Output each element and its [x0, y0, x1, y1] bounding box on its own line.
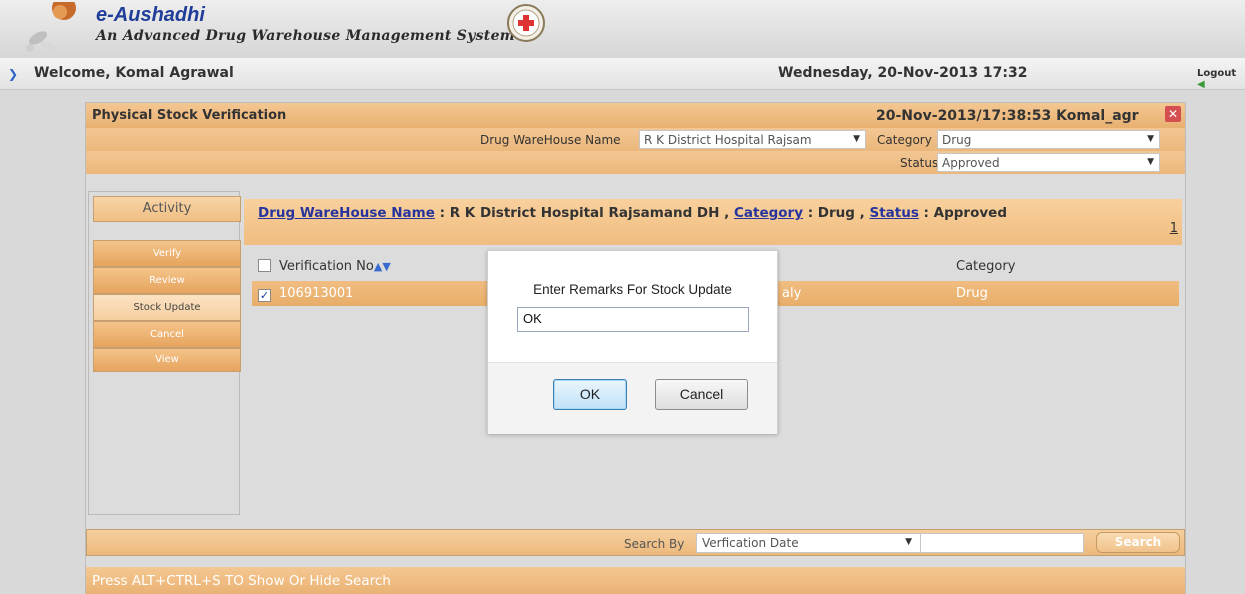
- pills-logo-icon: [26, 2, 76, 52]
- row-partial-text: aly: [782, 286, 802, 301]
- emblem-icon: [507, 4, 545, 42]
- status-select-value: Approved: [942, 156, 1000, 170]
- status-link[interactable]: Status: [869, 205, 918, 221]
- menu-review[interactable]: Review: [93, 267, 241, 294]
- content-header: Drug WareHouse Name : R K District Hospi…: [244, 199, 1182, 245]
- remarks-input[interactable]: OK: [517, 307, 749, 332]
- hint-text: Press ALT+CTRL+S TO Show Or Hide Search: [92, 573, 391, 589]
- logout-icon: ◀: [1197, 79, 1205, 90]
- sort-icon[interactable]: ▲▼: [374, 260, 391, 273]
- app-subtitle: An Advanced Drug Warehouse Management Sy…: [96, 28, 515, 44]
- hint-bar[interactable]: Press ALT+CTRL+S TO Show Or Hide Search: [86, 567, 1185, 594]
- caret-down-icon: ▼: [1147, 157, 1154, 167]
- panel-timestamp: 20-Nov-2013/17:38:53 Komal_agr: [876, 108, 1139, 124]
- logout-label: Logout: [1197, 68, 1237, 79]
- warehouse-summary-value: : R K District Hospital Rajsamand DH ,: [434, 205, 734, 221]
- category-select[interactable]: Drug ▼: [937, 130, 1160, 149]
- warehouse-label: Drug WareHouse Name: [480, 133, 621, 147]
- search-input[interactable]: [920, 533, 1084, 553]
- filter-summary: Drug WareHouse Name : R K District Hospi…: [258, 205, 1007, 221]
- app-header: e-Aushadhi An Advanced Drug Warehouse Ma…: [0, 0, 1245, 58]
- filter-row-status: Status Approved ▼: [86, 151, 1185, 174]
- dialog-message: Enter Remarks For Stock Update: [533, 282, 732, 297]
- warehouse-link[interactable]: Drug WareHouse Name: [258, 205, 435, 221]
- menu-view[interactable]: View: [93, 348, 241, 372]
- row-category: Drug: [956, 286, 988, 301]
- logout-link[interactable]: Logout ◀: [1197, 68, 1245, 90]
- status-label: Status: [900, 156, 939, 170]
- welcome-text: Welcome, Komal Agrawal: [34, 65, 234, 81]
- search-bar: Search By Verfication Date ▼ Search: [86, 529, 1185, 556]
- menu-verify[interactable]: Verify: [93, 240, 241, 267]
- caret-down-icon: ▼: [853, 134, 860, 144]
- warehouse-select[interactable]: R K District Hospital Rajsam ▼: [639, 130, 866, 149]
- panel-titlebar: Physical Stock Verification 20-Nov-2013/…: [86, 103, 1185, 128]
- close-icon[interactable]: ✕: [1165, 106, 1181, 122]
- select-all-checkbox[interactable]: [258, 259, 271, 272]
- activity-menu: Activity Verify Review Stock Update Canc…: [88, 191, 241, 515]
- welcome-bar: ❯ Welcome, Komal Agrawal Wednesday, 20-N…: [0, 58, 1245, 90]
- search-by-select[interactable]: Verfication Date ▼: [696, 533, 921, 553]
- category-summary-value: : Drug ,: [803, 205, 870, 221]
- caret-down-icon: ▼: [1147, 134, 1154, 144]
- column-verification-no: Verification No▲▼: [258, 259, 391, 274]
- category-label: Category: [877, 133, 932, 147]
- activity-heading: Activity: [93, 196, 241, 222]
- page-link[interactable]: 1: [1170, 221, 1178, 236]
- status-select[interactable]: Approved ▼: [937, 153, 1160, 172]
- category-select-value: Drug: [942, 133, 972, 147]
- column-verification-no-label: Verification No: [279, 259, 374, 274]
- search-by-label: Search By: [624, 537, 685, 551]
- panel-title: Physical Stock Verification: [92, 108, 287, 123]
- menu-cancel[interactable]: Cancel: [93, 321, 241, 348]
- row-checkbox[interactable]: ✓: [258, 289, 271, 302]
- row-verification-no: ✓ 106913001: [258, 286, 353, 302]
- search-button[interactable]: Search: [1096, 532, 1180, 553]
- row-verification-no-value: 106913001: [279, 286, 354, 301]
- ok-button[interactable]: OK: [553, 379, 627, 410]
- filter-row-warehouse: Drug WareHouse Name R K District Hospita…: [86, 128, 1185, 151]
- menu-stock-update[interactable]: Stock Update: [93, 294, 241, 321]
- app-title: e-Aushadhi: [96, 4, 205, 26]
- chevron-right-icon: ❯: [8, 67, 19, 81]
- status-summary-value: : Approved: [918, 205, 1007, 221]
- warehouse-select-value: R K District Hospital Rajsam: [644, 133, 812, 147]
- search-by-value: Verfication Date: [702, 536, 799, 550]
- column-category: Category: [956, 259, 1016, 274]
- current-datetime: Wednesday, 20-Nov-2013 17:32: [778, 65, 1028, 81]
- category-link[interactable]: Category: [734, 205, 803, 221]
- cancel-button[interactable]: Cancel: [655, 379, 748, 410]
- remarks-dialog: Enter Remarks For Stock Update OK OK Can…: [487, 250, 778, 434]
- caret-down-icon: ▼: [905, 537, 912, 547]
